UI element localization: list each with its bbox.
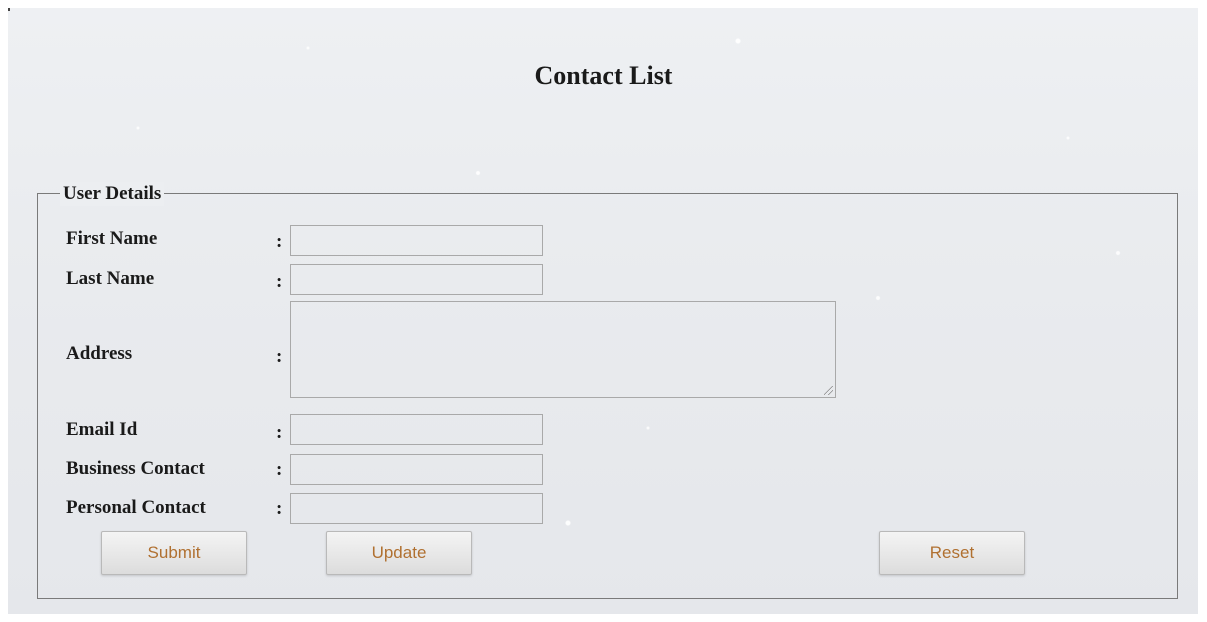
first-name-input[interactable] bbox=[290, 225, 543, 256]
resize-grip-icon[interactable] bbox=[824, 386, 833, 395]
page-title: Contact List bbox=[534, 61, 673, 90]
business-contact-label: Business Contact bbox=[66, 458, 205, 479]
address-label: Address bbox=[66, 343, 133, 364]
fieldset-legend: User Details bbox=[60, 182, 165, 206]
address-textarea[interactable] bbox=[290, 301, 836, 398]
reset-button[interactable]: Reset bbox=[879, 531, 1025, 575]
first-name-colon: : bbox=[276, 231, 283, 252]
business-contact-input[interactable] bbox=[290, 454, 543, 485]
personal-contact-colon: : bbox=[276, 498, 283, 519]
last-name-input[interactable] bbox=[290, 264, 543, 295]
email-label: Email Id bbox=[66, 419, 138, 440]
last-name-colon: : bbox=[276, 271, 283, 292]
corner-mark bbox=[8, 8, 10, 11]
update-button[interactable]: Update bbox=[326, 531, 472, 575]
personal-contact-label: Personal Contact bbox=[66, 497, 206, 518]
email-input[interactable] bbox=[290, 414, 543, 445]
last-name-label: Last Name bbox=[66, 268, 155, 289]
first-name-label: First Name bbox=[66, 228, 158, 249]
personal-contact-input[interactable] bbox=[290, 493, 543, 524]
submit-button[interactable]: Submit bbox=[101, 531, 247, 575]
business-contact-colon: : bbox=[276, 459, 283, 480]
address-colon: : bbox=[276, 346, 283, 367]
email-colon: : bbox=[276, 422, 283, 443]
